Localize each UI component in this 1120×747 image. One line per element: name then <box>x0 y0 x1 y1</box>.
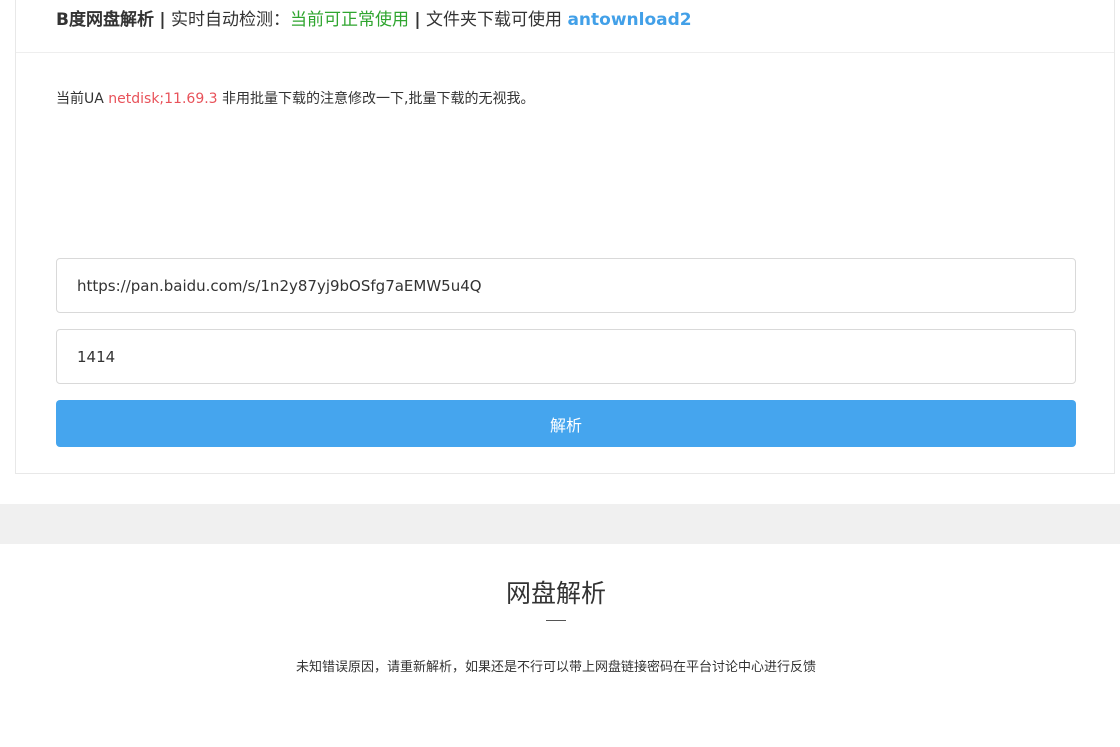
error-message: 未知错误原因，请重新解析，如果还是不行可以带上网盘链接密码在平台讨论中心进行反馈 <box>295 660 816 675</box>
footer-title: 网盘解析 <box>505 579 606 608</box>
parse-button[interactable]: 解析 <box>56 400 1076 447</box>
status-text: 当前可正常使用 <box>290 10 409 30</box>
card-header: B度网盘解析 | 实时自动检测：当前可正常使用 | 文件夹下载可使用 antow… <box>16 0 1114 53</box>
ua-prefix: 当前UA <box>56 91 104 107</box>
share-password-input[interactable] <box>56 329 1076 384</box>
detect-label: 实时自动检测： <box>171 10 290 30</box>
folder-label: 文件夹下载可使用 <box>426 10 563 30</box>
parse-card: B度网盘解析 | 实时自动检测：当前可正常使用 | 文件夹下载可使用 antow… <box>15 0 1115 474</box>
ua-notice: 当前UA netdisk;11.69.3 非用批量下载的注意修改一下,批量下载的… <box>56 88 535 108</box>
folder-download-link[interactable]: antownload2 <box>567 10 691 30</box>
footer-title-underline <box>546 620 566 621</box>
section-divider-band <box>0 504 1120 544</box>
ua-value: netdisk;11.69.3 <box>108 91 218 107</box>
ua-suffix: 非用批量下载的注意修改一下,批量下载的无视我。 <box>222 91 535 107</box>
header-separator: | <box>159 10 166 30</box>
page-title: B度网盘解析 <box>56 10 154 30</box>
header-separator-2: | <box>414 10 421 30</box>
share-url-input[interactable] <box>56 258 1076 313</box>
